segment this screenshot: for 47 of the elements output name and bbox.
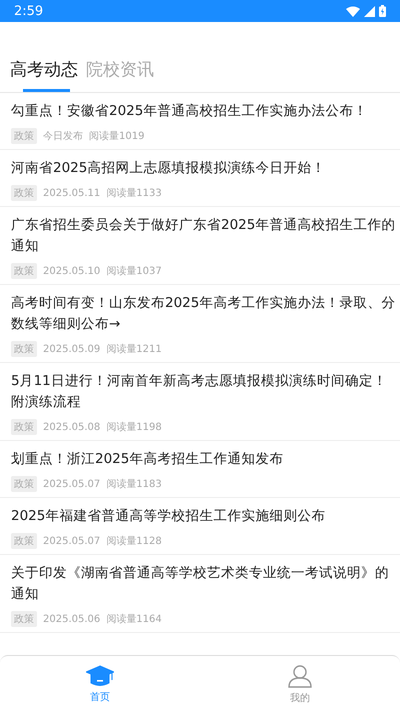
read-count: 阅读量1211 <box>106 342 162 356</box>
publish-date: 2025.05.07 <box>43 536 100 546</box>
read-count: 阅读量1019 <box>89 130 144 143</box>
publish-date: 2025.05.06 <box>43 614 100 624</box>
category-tag: 政策 <box>11 476 37 492</box>
tab[interactable]: 高考动态 <box>10 56 78 92</box>
signal-icon <box>364 6 375 16</box>
graduation-cap-icon <box>86 664 114 686</box>
article-title: 广东省招生委员会关于做好广东省2025年普通高校招生工作的通知 <box>11 216 396 256</box>
read-count: 阅读量1198 <box>106 420 162 434</box>
category-tag: 政策 <box>11 611 37 627</box>
article-item[interactable]: 关于印发《湖南省普通高等学校艺术类专业统一考试说明》的通知 政策 2025.05.06 阅读量1164 <box>0 555 400 633</box>
article-item[interactable]: 勾重点！安徽省2025年普通高校招生工作实施办法公布！ 政策 今日发布 阅读量1019 <box>0 93 400 150</box>
publish-date: 2025.05.10 <box>43 266 100 276</box>
article-item[interactable]: 5月11日进行！河南首年新高考志愿填报模拟演练时间确定！附演练流程 政策 2025.05.08 阅读量1198 <box>0 363 400 441</box>
person-icon <box>288 664 312 688</box>
read-count: 阅读量1133 <box>106 186 162 200</box>
publish-date: 2025.05.08 <box>43 422 100 432</box>
article-title: 高考时间有变！山东发布2025年高考工作实施办法！录取、分数线等细则公布→ <box>11 294 396 334</box>
battery-icon <box>379 5 386 17</box>
wifi-icon <box>346 6 360 16</box>
read-count: 阅读量1037 <box>106 264 162 278</box>
category-tag: 政策 <box>11 185 37 201</box>
category-tag: 政策 <box>11 533 37 549</box>
publish-date: 2025.05.07 <box>43 478 100 490</box>
article-title: 勾重点！安徽省2025年普通高校招生工作实施办法公布！ <box>11 102 368 121</box>
article-title: 2025年福建省普通高等学校招生工作实施细则公布 <box>11 507 326 526</box>
article-item[interactable]: 广东省招生委员会关于做好广东省2025年普通高校招生工作的通知 政策 2025.05.10 阅读量1037 <box>0 207 400 285</box>
read-count: 阅读量1128 <box>106 534 162 548</box>
publish-date: 今日发布 <box>43 130 83 143</box>
publish-date: 2025.05.11 <box>43 188 100 198</box>
article-title: 关于印发《湖南省普通高等学校艺术类专业统一考试说明》的通知 <box>11 564 390 604</box>
article-item[interactable]: 河南省2025高招网上志愿填报模拟演练今日开始！ 政策 2025.05.11 阅读量1133 <box>0 150 400 207</box>
article-title: 5月11日进行！河南首年新高考志愿填报模拟演练时间确定！附演练流程 <box>11 372 388 412</box>
read-count: 阅读量1164 <box>106 612 162 626</box>
article-item[interactable]: 2025年福建省普通高等学校招生工作实施细则公布 政策 2025.05.07 阅读量1128 <box>0 498 400 555</box>
article-item[interactable]: 高考时间有变！山东发布2025年高考工作实施办法！录取、分数线等细则公布→ 政策 2025.05.09 阅读量1211 <box>0 285 400 363</box>
category-tag: 政策 <box>11 128 37 144</box>
category-tag: 政策 <box>11 419 37 435</box>
read-count: 阅读量1183 <box>106 478 162 491</box>
publish-date: 2025.05.09 <box>43 344 100 354</box>
status-time: 2:59 <box>14 4 44 18</box>
article-item[interactable]: 划重点！浙江2025年高考招生工作通知发布 政策 2025.05.07 阅读量1183 <box>0 441 400 498</box>
article-title: 河南省2025高招网上志愿填报模拟演练今日开始！ <box>11 159 326 178</box>
category-tag: 政策 <box>11 341 37 357</box>
category-tag: 政策 <box>11 263 37 279</box>
article-title: 划重点！浙江2025年高考招生工作通知发布 <box>11 450 284 469</box>
